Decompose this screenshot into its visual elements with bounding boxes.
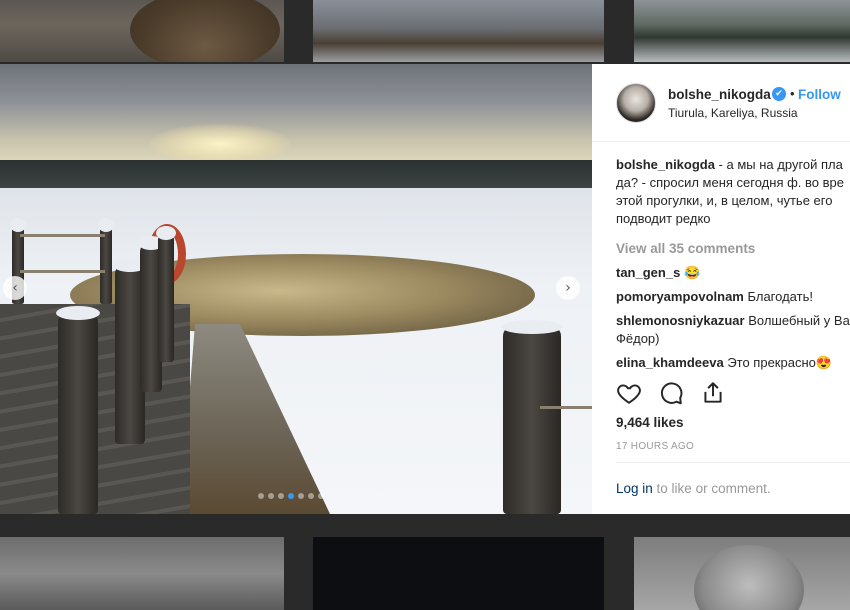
follow-button[interactable]: Follow [798, 87, 841, 102]
comment-username[interactable]: shlemonosniykazuar [616, 313, 745, 328]
divider [616, 462, 850, 463]
comment-item: tan_gen_s 😂 [616, 264, 850, 282]
post-location[interactable]: Tiurula, Kareliya, Russia [668, 106, 798, 120]
carousel-dot [298, 493, 304, 499]
caption-username[interactable]: bolshe_nikogda [616, 157, 715, 172]
avatar[interactable] [616, 83, 656, 123]
comment-item: pomoryampovolnam Благодать! [616, 288, 850, 306]
rope [20, 270, 105, 273]
carousel-dot [308, 493, 314, 499]
post-modal: ‹ › bolshe_nikogda ✔ • Follow Tiurula, K… [0, 64, 850, 514]
grid-thumbnail-alpaca[interactable] [0, 0, 284, 62]
pier-post [501, 320, 563, 514]
treeline [0, 160, 592, 188]
post-photo[interactable]: ‹ › [0, 64, 592, 514]
comment-text: 😂 [683, 265, 701, 280]
pier-post [156, 226, 176, 362]
grid-thumbnail-portrait[interactable] [634, 537, 850, 610]
carousel-dot [278, 493, 284, 499]
separator-dot: • [790, 86, 795, 101]
comment-username[interactable]: pomoryampovolnam [616, 289, 744, 304]
carousel-dot [288, 493, 294, 499]
rope [20, 234, 105, 237]
carousel-dot [318, 493, 324, 499]
sun-glow [150, 124, 290, 164]
comments-section: bolshe_nikogda - а мы на другой пла да? … [616, 156, 850, 372]
post-header: bolshe_nikogda ✔ • Follow Tiurula, Karel… [592, 64, 850, 142]
sky [0, 64, 592, 174]
comment-text: Благодать! [747, 289, 813, 304]
comment-item: shlemonosniykazuar Волшебный у Ва Фёдор) [616, 312, 850, 348]
comment-username[interactable]: elina_khamdeeva [616, 355, 724, 370]
grid-thumbnail-winter-trees[interactable] [313, 0, 604, 62]
grid-thumbnail-snowy-field[interactable] [634, 0, 850, 62]
share-icon[interactable] [700, 380, 726, 406]
comment-username[interactable]: tan_gen_s [616, 265, 680, 280]
pier-post [56, 306, 100, 514]
next-photo-button[interactable]: › [556, 276, 580, 300]
heart-icon[interactable] [616, 380, 642, 406]
grid-thumbnail-night[interactable] [313, 537, 604, 610]
carousel-indicator [258, 493, 324, 499]
carousel-dot [258, 493, 264, 499]
alpaca-image [130, 0, 280, 62]
post-username[interactable]: bolshe_nikogda [668, 87, 771, 102]
post-caption: bolshe_nikogda - а мы на другой пла да? … [616, 156, 850, 228]
comment-icon[interactable] [658, 380, 684, 406]
login-prompt-text: to like or comment. [652, 481, 771, 496]
post-timestamp: 17 HOURS AGO [616, 441, 695, 452]
view-all-comments-link[interactable]: View all 35 comments [616, 240, 850, 258]
previous-photo-button[interactable]: ‹ [3, 276, 27, 300]
post-actions [616, 380, 726, 406]
likes-count[interactable]: 9,464 likes [616, 415, 684, 430]
portrait-image [694, 545, 804, 610]
login-prompt: Log in to like or comment. [616, 481, 771, 496]
chevron-left-icon: ‹ [12, 280, 18, 296]
rope [540, 406, 592, 409]
login-link[interactable]: Log in [616, 481, 653, 496]
grid-thumbnail-kitchen[interactable] [0, 537, 284, 610]
comment-text: Это прекрасно😍 [727, 355, 833, 370]
verified-badge-icon: ✔ [772, 87, 786, 101]
chevron-right-icon: › [565, 280, 571, 296]
comment-item: elina_khamdeeva Это прекрасно😍 [616, 354, 850, 372]
carousel-dot [268, 493, 274, 499]
post-side-panel: bolshe_nikogda ✔ • Follow Tiurula, Karel… [592, 64, 850, 514]
